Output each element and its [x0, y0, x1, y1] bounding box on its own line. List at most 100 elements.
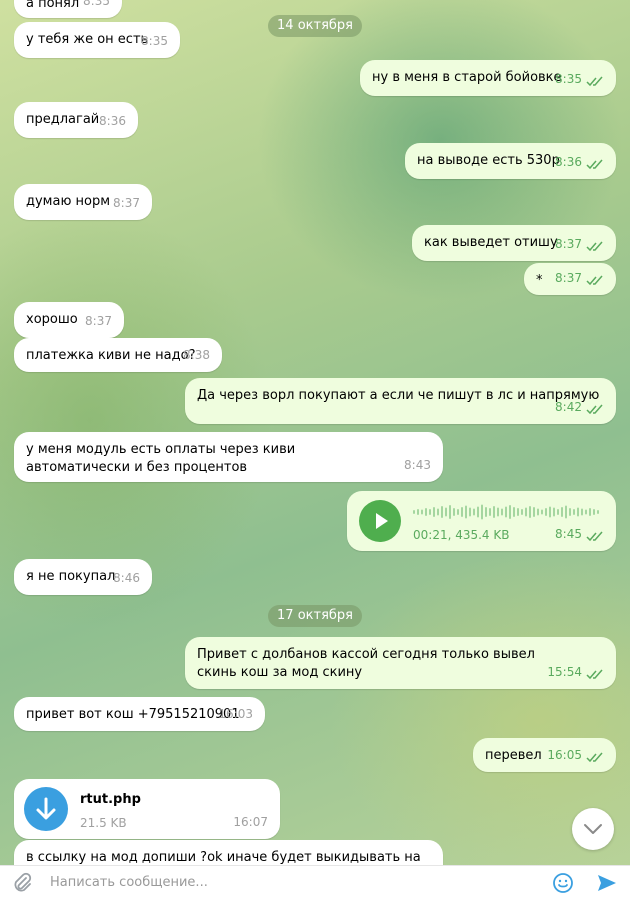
chat-background: а понял 8:35 14 октября у тебя же он ест… [0, 0, 630, 865]
waveform-bar [461, 507, 463, 517]
waveform-bar [517, 508, 519, 516]
message-text: привет вот кош +79515210901 [26, 707, 240, 722]
message-outgoing: ну в меня в старой бойовке 8:35 [360, 60, 616, 96]
waveform-bar [429, 509, 431, 515]
message-text: Привет с долбанов кассой сегодня только … [197, 647, 535, 680]
message-outgoing: как выведет отишу 8:37 [412, 225, 616, 261]
message-time: 8:36 [555, 155, 582, 169]
waveform-bar [505, 506, 507, 518]
waveform-bar [445, 507, 447, 517]
message-input[interactable]: Написать сообщение... [50, 875, 208, 890]
message-text: ну в меня в старой бойовке [372, 70, 562, 85]
waveform-bar [513, 507, 515, 517]
double-check-icon [586, 531, 603, 542]
double-check-icon [586, 752, 603, 763]
message-time: 16:07 [233, 815, 268, 829]
message-time: 8:43 [404, 458, 431, 472]
waveform-bar [437, 508, 439, 516]
waveform-bar [493, 506, 495, 518]
message-time: 8:38 [183, 348, 210, 362]
message-outgoing: перевел 16:05 [473, 738, 616, 772]
double-check-icon [586, 241, 603, 252]
waveform-bar [573, 509, 575, 515]
waveform-bar [421, 509, 423, 515]
waveform-bar [501, 508, 503, 516]
waveform-bar [425, 508, 427, 516]
waveform-bar [553, 507, 555, 517]
waveform-bar [549, 506, 551, 518]
message-text: а понял [26, 0, 80, 11]
message-outgoing: Привет с долбанов кассой сегодня только … [185, 637, 616, 689]
waveform-bar [545, 508, 547, 516]
message-outgoing: Да через ворл покупают а если че пишут в… [185, 378, 616, 424]
file-size: 21.5 KB [80, 816, 127, 830]
double-check-icon [586, 275, 603, 286]
paperclip-icon[interactable] [10, 871, 34, 895]
send-icon[interactable] [595, 871, 619, 895]
message-composer: Написать сообщение... [0, 865, 630, 899]
message-text: хорошо [26, 312, 78, 327]
waveform-bar [465, 505, 467, 519]
waveform-bar [537, 508, 539, 516]
message-time: 8:36 [99, 114, 126, 128]
play-button[interactable] [359, 500, 401, 542]
waveform-bar [561, 507, 563, 517]
message-incoming: в ссылку на мод допиши ?ok иначе будет в… [14, 840, 443, 865]
waveform-bar [557, 509, 559, 515]
message-incoming: привет вот кош +79515210901 16:03 [14, 697, 265, 731]
scroll-down-button[interactable] [572, 808, 614, 850]
waveform-bar [453, 508, 455, 516]
double-check-icon [586, 404, 603, 415]
voice-message: 00:21, 435.4 KB 8:45 [347, 491, 616, 551]
message-time: 8:42 [555, 400, 582, 414]
message-time: 8:37 [555, 237, 582, 251]
file-name[interactable]: rtut.php [80, 791, 141, 809]
date-separator: 14 октября [268, 15, 362, 37]
message-incoming: предлагай 8:36 [14, 102, 138, 138]
waveform-bar [449, 505, 451, 519]
download-button[interactable] [24, 787, 68, 831]
waveform-bar [485, 507, 487, 517]
play-icon [376, 513, 388, 529]
waveform-bar [481, 504, 483, 520]
message-time: 16:03 [218, 707, 253, 721]
waveform-bar [525, 507, 527, 517]
message-time: 8:37 [113, 196, 140, 210]
download-arrow-icon [36, 797, 56, 820]
message-text: платежка киви не надо? [26, 348, 196, 363]
waveform-bar [473, 508, 475, 516]
waveform-bar [533, 507, 535, 517]
message-time: 8:35 [555, 72, 582, 86]
message-text: на выводе есть 530р [417, 153, 560, 168]
double-check-icon [586, 669, 603, 680]
waveform-bar [433, 507, 435, 517]
message-time: 15:54 [547, 665, 582, 679]
message-time: 8:45 [555, 527, 582, 541]
smile-icon[interactable] [551, 871, 575, 895]
message-time: 8:35 [83, 0, 110, 8]
message-time: 8:35 [141, 34, 168, 48]
message-text: я не покупал [26, 569, 116, 584]
waveform-bar [441, 506, 443, 518]
waveform-bar [585, 509, 587, 515]
message-text: как выведет отишу [424, 235, 558, 250]
message-incoming: думаю норм 8:37 [14, 184, 152, 220]
double-check-icon [586, 76, 603, 87]
waveform-bar [469, 507, 471, 517]
message-text: думаю норм [26, 194, 111, 209]
waveform-bar [413, 510, 415, 514]
waveform-bar [521, 509, 523, 515]
message-time: 16:05 [547, 748, 582, 762]
voice-meta: 00:21, 435.4 KB [413, 528, 510, 542]
voice-waveform[interactable] [413, 502, 603, 522]
waveform-bar [457, 509, 459, 515]
date-separator: 17 октября [268, 605, 362, 627]
waveform-bar [497, 507, 499, 517]
waveform-bar [417, 509, 419, 515]
waveform-bar [565, 505, 567, 519]
message-text: перевел [485, 748, 542, 763]
waveform-bar [529, 506, 531, 518]
waveform-bar [569, 508, 571, 516]
file-message: rtut.php 21.5 KB 16:07 [14, 779, 280, 839]
message-incoming: я не покупал 8:46 [14, 559, 152, 595]
